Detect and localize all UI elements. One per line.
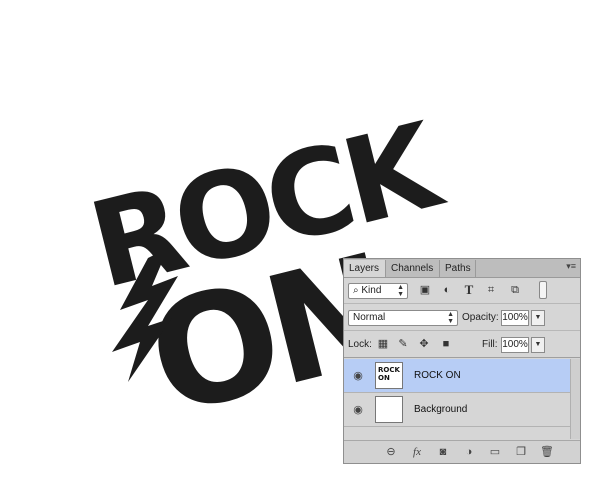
filter-toggle[interactable]: [539, 281, 547, 299]
opacity-label: Opacity:: [462, 312, 499, 323]
layer-list: ◉ ROCK ON ROCK ON ◉ Background: [344, 359, 570, 439]
layer-row-rock-on[interactable]: ◉ ROCK ON ROCK ON: [344, 359, 570, 393]
lock-all-icon[interactable]: ■: [439, 337, 453, 351]
lock-transparent-icon[interactable]: ▦: [376, 337, 390, 351]
layer-thumbnail: [375, 396, 403, 423]
kind-filter-select[interactable]: ⌕ Kind ▲ ▼: [348, 283, 408, 299]
lock-row: Lock: ▦ ✎ ✥ ■ Fill: 100% ▼: [344, 332, 580, 358]
tab-paths[interactable]: Paths: [440, 260, 476, 277]
lock-position-icon[interactable]: ✥: [417, 337, 431, 351]
tab-layers[interactable]: Layers: [344, 260, 386, 277]
thumbnail-text: ROCK ON: [378, 366, 400, 382]
lock-image-icon[interactable]: ✎: [396, 337, 410, 351]
new-layer-icon[interactable]: ❐: [514, 445, 528, 459]
eye-icon[interactable]: ◉: [351, 404, 365, 416]
layers-panel: Layers Channels Paths ▾≡ ⌕ Kind ▲ ▼ ▣ ◐ T…: [343, 258, 581, 464]
adjustment-layer-icon[interactable]: ◑: [462, 445, 476, 459]
smart-object-filter-icon[interactable]: ⧉: [508, 283, 522, 297]
select-arrows-icon: ▲ ▼: [447, 311, 454, 325]
new-group-icon[interactable]: ▭: [488, 445, 502, 459]
panel-menu-icon[interactable]: ▾≡: [566, 261, 576, 272]
blend-mode-select[interactable]: Normal ▲ ▼: [348, 310, 458, 326]
blend-row: Normal ▲ ▼ Opacity: 100% ▼: [344, 305, 580, 331]
layer-name[interactable]: Background: [414, 403, 467, 417]
fx-icon[interactable]: fx: [410, 445, 424, 459]
filter-row: ⌕ Kind ▲ ▼ ▣ ◐ T ⌗ ⧉: [344, 278, 580, 304]
image-filter-icon[interactable]: ▣: [418, 283, 432, 297]
layer-name[interactable]: ROCK ON: [414, 369, 461, 383]
select-arrows-icon: ▲ ▼: [397, 284, 404, 298]
fill-input[interactable]: 100%: [501, 337, 529, 353]
opacity-dropdown-icon[interactable]: ▼: [531, 310, 545, 326]
layer-list-scrollbar[interactable]: [570, 359, 580, 439]
kind-label: Kind: [361, 285, 382, 296]
fill-dropdown-icon[interactable]: ▼: [531, 337, 545, 353]
add-mask-icon[interactable]: ◙: [436, 445, 450, 459]
panel-footer: ⊖ fx ◙ ◑ ▭ ❐ 🗑: [344, 440, 580, 463]
delete-layer-icon[interactable]: 🗑: [540, 445, 554, 459]
type-filter-icon[interactable]: T: [462, 283, 476, 297]
layer-row-background[interactable]: ◉ Background: [344, 393, 570, 427]
tab-channels[interactable]: Channels: [386, 260, 440, 277]
lock-label: Lock:: [348, 339, 372, 350]
link-layers-icon[interactable]: ⊖: [384, 445, 398, 459]
opacity-input[interactable]: 100%: [501, 310, 529, 326]
document-canvas[interactable]: ROCK ON Layers Channels Paths ▾≡ ⌕ Kind …: [0, 0, 600, 480]
blend-mode-value: Normal: [353, 312, 386, 323]
layer-thumbnail: ROCK ON: [375, 362, 403, 389]
adjustment-filter-icon[interactable]: ◐: [440, 283, 454, 297]
fill-label: Fill:: [482, 339, 498, 350]
shape-filter-icon[interactable]: ⌗: [484, 283, 498, 297]
panel-tab-bar: Layers Channels Paths ▾≡: [344, 259, 580, 278]
eye-icon[interactable]: ◉: [351, 370, 365, 382]
